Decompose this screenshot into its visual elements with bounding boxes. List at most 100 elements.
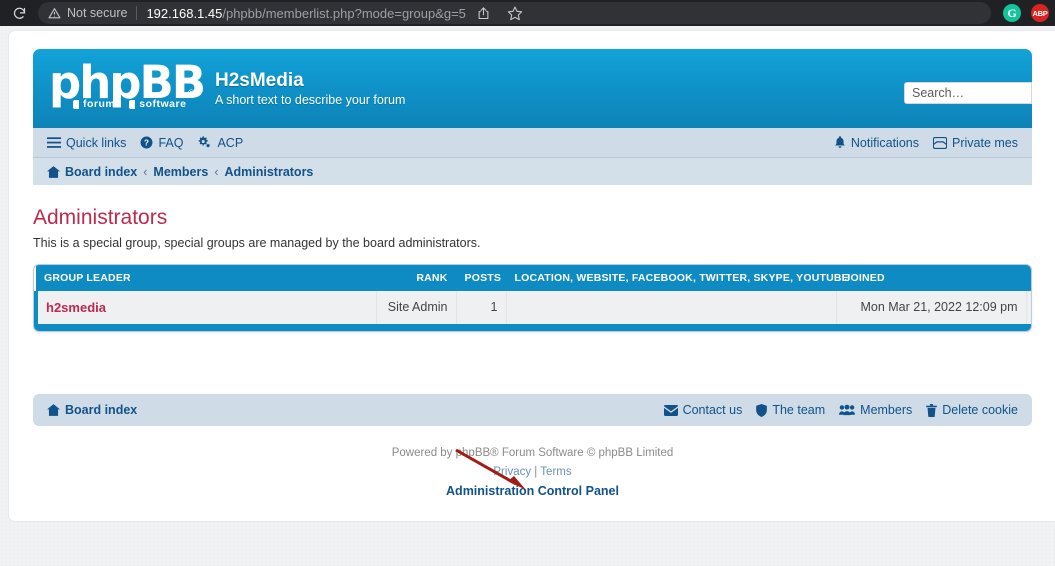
cell-social [505,291,836,324]
grammarly-extension-icon[interactable]: G [1003,4,1021,22]
question-circle-icon: ? [140,136,153,149]
privacy-link[interactable]: Privacy [493,466,531,478]
people-icon [839,404,856,416]
share-icon[interactable] [476,6,491,21]
cell-posts: 1 [455,291,506,324]
bell-icon [835,136,845,148]
footer-link-delete-cookies-label: Delete cookie [942,403,1018,417]
page-inner: phpBB ® forum software H2sMedia A short … [9,49,1055,186]
column-header-last-active[interactable]: LAST ACTI [1026,265,1031,291]
main-content: Administrators This is a special group, … [9,186,1055,332]
column-header-group-leader[interactable]: GROUP LEADER [36,265,377,291]
nav-item-notifications[interactable]: Notifications [834,136,919,150]
footer-board-index-label: Board index [65,403,138,417]
warning-triangle-icon [48,7,61,20]
gears-icon [199,136,211,148]
url-text: 192.168.1.45/phpbb/memberlist.php?mode=g… [146,6,465,21]
breadcrumb-item-board-index[interactable]: Board index [65,165,137,179]
legal-links: Privacy | Terms [9,463,1055,482]
cell-joined: Mon Mar 21, 2022 12:09 pm [835,291,1026,324]
breadcrumb-separator: ‹ [143,164,148,179]
administration-control-panel-link[interactable]: Administration Control Panel [446,484,619,498]
search-box [904,82,1032,104]
phpbb-logo-tagline: forum software [73,98,186,110]
trash-icon [926,403,938,417]
footer-link-members-label: Members [860,403,913,417]
breadcrumb-separator: ‹ [214,164,219,179]
memberlist-table-wrapper: GROUP LEADER RANK POSTS LOCATION, WEBSIT… [33,264,1032,332]
url-path: /phpbb/memberlist.php?mode=group&g=5 [222,5,466,21]
cell-group-leader: h2smedia [34,291,376,324]
footer-link-contact-us-label: Contact us [682,403,743,417]
terms-link[interactable]: Terms [540,466,571,478]
legal-link-separator: | [534,466,538,478]
copyright-block: Powered by phpBB® Forum Software © phpBB… [9,444,1055,502]
nav-item-notifications-label: Notifications [850,135,919,150]
column-header-rank[interactable]: RANK [376,265,457,291]
hamburger-icon [47,136,61,148]
table-header: GROUP LEADER RANK POSTS LOCATION, WEBSIT… [36,265,1031,291]
table-header-row: GROUP LEADER RANK POSTS LOCATION, WEBSIT… [36,265,1031,291]
nav-item-private-messages-label: Private mes [952,135,1018,150]
footer-link-contact-us[interactable]: Contact us [663,403,743,417]
table-row: h2smedia Site Admin 1 Mon Mar 21, 2022 1… [34,291,1031,324]
breadcrumb-item-administrators[interactable]: Administrators [224,165,313,179]
footer-link-the-team-label: The team [772,403,826,417]
reload-button[interactable] [6,2,32,24]
footer-link-the-team[interactable]: The team [756,403,825,417]
powered-by-text: Powered by phpBB® Forum Software © phpBB… [391,447,674,459]
table-footer-bar [34,324,1031,331]
phpbb-logo-tagline-forum: forum [73,98,115,110]
nav-item-faq-label: FAQ [158,135,184,150]
phpbb-logo: phpBB ® forum software [49,59,206,116]
column-header-joined[interactable]: JOINED [836,265,1027,291]
member-link-h2smedia[interactable]: h2smedia [46,300,106,315]
security-status-label: Not secure [67,6,128,20]
breadcrumb-item-members[interactable]: Members [153,165,208,179]
footer-link-members[interactable]: Members [839,403,912,417]
navbar-right: Notifications Private mes [834,136,1018,150]
column-header-social: LOCATION, WEBSITE, FACEBOOK, TWITTER, SK… [506,265,849,291]
column-header-posts[interactable]: POSTS [456,265,507,291]
footer-navbar: Board index Contact us The team Members … [33,394,1032,426]
navbar: Quick links ? FAQ ACP Notifications Priv… [33,128,1032,158]
memberlist-table: GROUP LEADER RANK POSTS LOCATION, WEBSIT… [34,265,1031,324]
footer-links: Contact us The team Members Delete cooki… [663,403,1018,417]
nav-item-faq[interactable]: ? FAQ [140,136,183,150]
breadcrumb: Board index ‹ Members ‹ Administrators [33,158,1032,186]
omnibox-divider [136,6,138,20]
page-wrapper: phpBB ® forum software H2sMedia A short … [8,30,1055,522]
nav-item-private-messages[interactable]: Private mes [933,136,1018,150]
nav-item-quick-links-label: Quick links [66,135,127,150]
footer-link-delete-cookies[interactable]: Delete cookie [926,403,1018,417]
star-icon[interactable] [507,5,523,21]
adblock-plus-extension-icon[interactable]: ABP [1031,4,1049,22]
page-description: This is a special group, special groups … [33,236,481,250]
phpbb-logo-tagline-software: software [129,98,186,110]
site-description: A short text to describe your forum [215,93,406,107]
site-titles: H2sMedia A short text to describe your f… [215,70,405,107]
address-bar[interactable]: Not secure 192.168.1.45/phpbb/memberlist… [38,2,991,24]
site-header: phpBB ® forum software H2sMedia A short … [33,49,1032,128]
table-body: h2smedia Site Admin 1 Mon Mar 21, 2022 1… [34,291,1031,324]
extension-icons: G ABP [991,4,1049,22]
logo-block[interactable]: phpBB ® forum software H2sMedia A short … [33,59,405,116]
reload-icon [13,7,25,19]
nav-item-acp[interactable]: ACP [197,136,243,150]
envelope-icon [933,136,947,149]
phpbb-logo-registered: ® [188,87,195,98]
svg-text:?: ? [144,138,149,147]
shield-icon [756,403,768,417]
page-title: Administrators [33,206,168,229]
home-icon [47,165,60,178]
nav-item-quick-links[interactable]: Quick links [47,136,126,150]
nav-item-acp-label: ACP [217,135,244,150]
cell-rank: Site Admin [375,291,456,324]
navbar-left: Quick links ? FAQ ACP [47,136,243,150]
envelope-icon [663,404,678,416]
footer-board-index-link[interactable]: Board index [47,403,137,417]
url-host: 192.168.1.45 [146,5,223,21]
home-icon [47,404,60,416]
search-input[interactable] [904,82,1032,104]
browser-toolbar: Not secure 192.168.1.45/phpbb/memberlist… [0,0,1055,26]
